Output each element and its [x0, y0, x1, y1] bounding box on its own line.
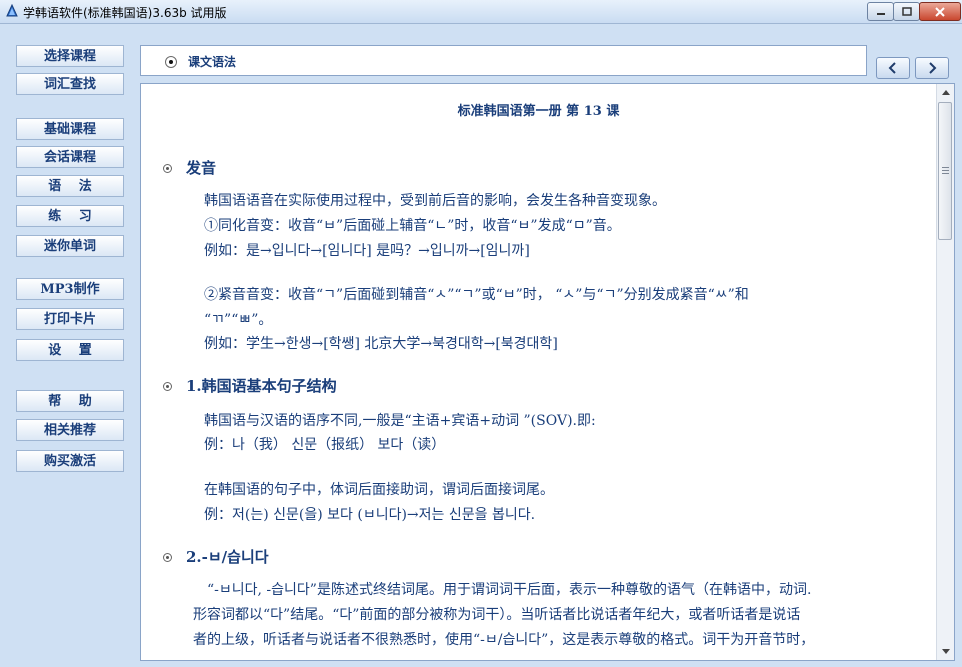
text-grammar-radio[interactable] — [165, 56, 177, 68]
lesson-content[interactable]: 标准韩国语第一册 第 13 课 发音 韩国语语音在实际使用过程中，受到前后音的影… — [140, 83, 955, 661]
maximize-button[interactable] — [893, 2, 920, 21]
grammar-button[interactable]: 语 法 — [16, 175, 124, 197]
title-bar[interactable]: 学韩语软件(标准韩国语)3.63b 试用版 — [0, 0, 962, 24]
basic-course-button[interactable]: 基础课程 — [16, 118, 124, 140]
section-bullet-icon — [163, 553, 172, 562]
exercise-button[interactable]: 练 习 — [16, 205, 124, 227]
print-card-button[interactable]: 打印卡片 — [16, 308, 124, 330]
chevron-right-icon — [929, 62, 937, 74]
section-title-pronunciation: 发音 — [186, 159, 217, 177]
maximize-icon — [901, 7, 912, 16]
scroll-up-icon — [941, 90, 950, 95]
text-line: 例如：学生→한생→[학쌩] 北京大学→북경대학→[북경대학] — [204, 336, 558, 352]
text-line: 例：저(는) 신문(을) 보다 (ㅂ니다)→저는 신문을 봅니다. — [204, 507, 536, 523]
scroll-down-icon — [941, 649, 950, 654]
scroll-up-button[interactable] — [937, 84, 954, 101]
text-line: 例如：是→입니다→[임니다] 是吗？→입니까→[임니까] — [204, 243, 530, 259]
text-line: ①同化音变：收音“ㅂ”后面碰上辅音“ㄴ”时，收音“ㅂ”发成“ㅁ”音。 — [204, 218, 621, 234]
app-icon — [6, 4, 18, 17]
section-bullet-icon — [163, 164, 172, 173]
minimize-icon — [876, 12, 885, 15]
window-title: 学韩语软件(标准韩国语)3.63b 试用版 — [23, 6, 227, 20]
close-icon — [935, 6, 945, 17]
section-title-sentence-structure: 1.韩国语基本句子结构 — [186, 377, 337, 395]
vertical-scrollbar[interactable] — [936, 84, 954, 660]
client-area: 选择课程 词汇查找 基础课程 会话课程 语 法 练 习 迷你单词 MP3制作 打… — [0, 24, 962, 667]
conversation-course-button[interactable]: 会话课程 — [16, 146, 124, 168]
text-line: 韩国语语音在实际使用过程中，受到前后音的影响，会发生各种音变现象。 — [204, 193, 666, 209]
text-line: 韩国语与汉语的语序不同,一般是“主语+宾语+动词 ”(SOV).即: — [204, 413, 596, 429]
section-bullet-icon — [163, 382, 172, 391]
minimize-button[interactable] — [867, 2, 894, 21]
text-line: 在韩国语的句子中，体词后面接助词，谓词后面接词尾。 — [204, 482, 554, 498]
text-line: “ㄲ”“ㅃ”。 — [204, 312, 273, 328]
recommend-button[interactable]: 相关推荐 — [16, 419, 124, 441]
scroll-thumb[interactable] — [938, 102, 952, 240]
text-grammar-label[interactable]: 课文语法 — [188, 53, 236, 70]
previous-button[interactable] — [876, 57, 910, 79]
content-type-panel: 课文语法 — [140, 45, 867, 76]
section-title-declarative-ending: 2.-ㅂ/습니다 — [186, 548, 269, 566]
text-line: “-ㅂ니다, -습니다”是陈述式终结词尾。用于谓词词干后面，表示一种尊敬的语气（… — [207, 582, 812, 598]
text-line: 例：나（我） 신문（报纸） 보다（读） — [204, 437, 446, 453]
settings-button[interactable]: 设 置 — [16, 339, 124, 361]
vocabulary-search-button[interactable]: 词汇查找 — [16, 73, 124, 95]
text-line: 形容词都以“다”结尾。“다”前面的部分被称为词干）。当听话者比说话者年纪大，或者… — [193, 607, 801, 623]
select-course-button[interactable]: 选择课程 — [16, 45, 124, 67]
help-button[interactable]: 帮 助 — [16, 390, 124, 412]
text-line: 者的上级，听话者与说话者不很熟悉时，使用“-ㅂ/습니다”，这是表示尊敬的格式。词… — [193, 632, 815, 648]
text-line: ②紧音音变：收音“ㄱ”后面碰到辅音“ㅅ”“ㄱ”或“ㅂ”时， “ㅅ”与“ㄱ”分别发… — [204, 287, 749, 303]
close-button[interactable] — [919, 2, 961, 21]
mp3-make-button[interactable]: MP3制作 — [16, 278, 124, 300]
buy-activate-button[interactable]: 购买激活 — [16, 450, 124, 472]
mini-words-button[interactable]: 迷你单词 — [16, 235, 124, 257]
lesson-title: 标准韩国语第一册 第 13 课 — [457, 104, 620, 119]
scroll-down-button[interactable] — [937, 643, 954, 660]
chevron-left-icon — [888, 62, 896, 74]
next-button[interactable] — [915, 57, 949, 79]
